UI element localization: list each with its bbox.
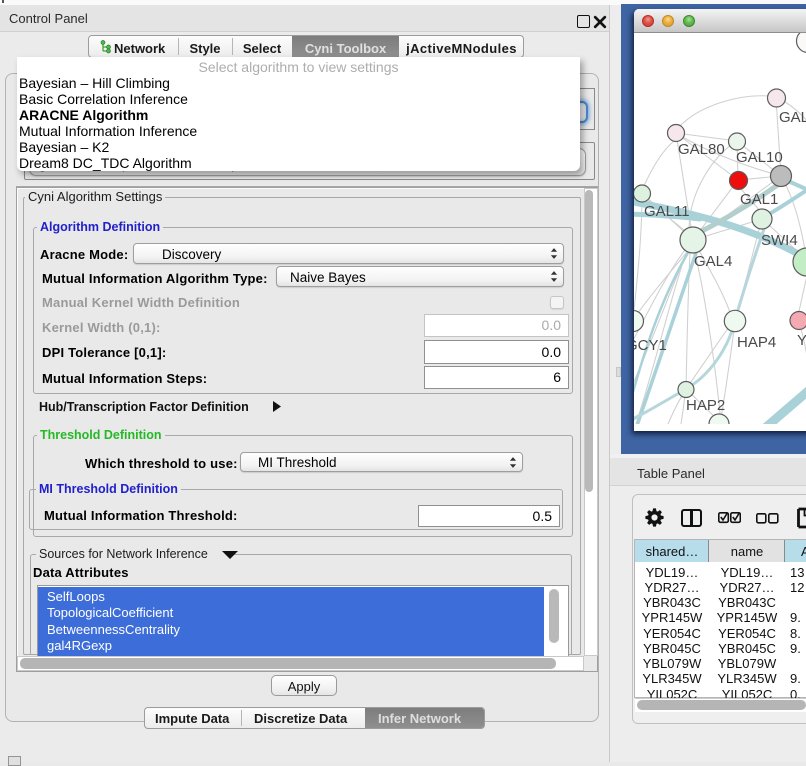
svg-text:GCY1: GCY1	[634, 337, 667, 354]
svg-text:GAL11: GAL11	[644, 203, 690, 220]
svg-text:GAL7: GAL7	[779, 109, 806, 126]
svg-text:GAL80: GAL80	[678, 141, 725, 158]
svg-text:HAP2: HAP2	[686, 397, 725, 414]
svg-text:Y: Y	[797, 332, 806, 349]
svg-text:HAP4: HAP4	[737, 334, 776, 351]
svg-text:GAL1: GAL1	[740, 191, 778, 208]
svg-text:SWI4: SWI4	[761, 232, 798, 249]
svg-text:GAL10: GAL10	[736, 149, 783, 166]
svg-text:GAL4: GAL4	[694, 253, 732, 270]
